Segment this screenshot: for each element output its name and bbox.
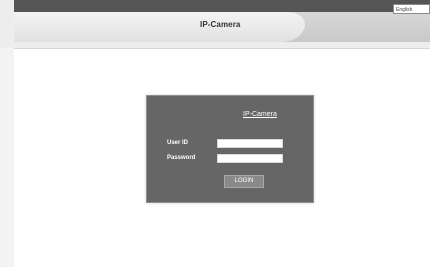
header-top-strip bbox=[14, 0, 430, 12]
app-title: IP-Camera bbox=[200, 20, 241, 29]
header-tab bbox=[14, 12, 292, 42]
top-bar: IP-Camera English bbox=[0, 0, 430, 48]
user-id-input[interactable] bbox=[217, 139, 283, 148]
password-input[interactable] bbox=[217, 154, 283, 163]
login-title-link[interactable]: IP-Camera bbox=[243, 111, 277, 118]
login-panel: IP-Camera User ID Password LOGIN bbox=[146, 95, 314, 203]
user-id-label: User ID bbox=[167, 140, 189, 146]
language-select[interactable]: English bbox=[393, 4, 430, 14]
login-button[interactable]: LOGIN bbox=[224, 175, 264, 188]
password-label: Password bbox=[167, 155, 196, 161]
